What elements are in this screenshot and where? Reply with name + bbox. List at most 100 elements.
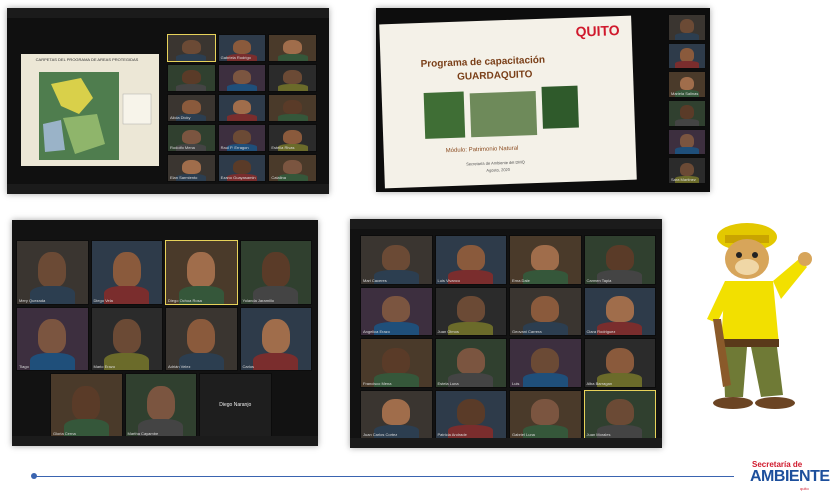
participant-tile[interactable]: Erna Dale [509, 235, 582, 285]
slide-subtitle: GUARDAQUITO [456, 69, 533, 83]
participant-video [181, 99, 201, 114]
participant-body [253, 352, 299, 371]
participant-tile[interactable]: Tiago [16, 306, 89, 372]
participant-grid: Gabriela Rodrigo Alicia Dicky Rodolfo Mena… [167, 34, 319, 184]
participant-video [382, 296, 411, 323]
gallery-grid: Mery Quezada Diego Vela Diego Ochoa Rosa Yo… [16, 240, 314, 440]
participant-video [679, 134, 695, 148]
zoom-screenshot-map: CARPETAS DEL PROGRAMA DE AREAS PROTEGIDA… [7, 8, 329, 194]
presentation-slide: QUITO Programa de capacitación GUARDAQUI… [379, 15, 637, 189]
participant-name: Luis Vivanco [437, 277, 461, 283]
participant-tile[interactable] [668, 128, 706, 156]
participant-name: Mario Erazo [93, 364, 116, 370]
participant-tile[interactable] [668, 14, 706, 41]
participant-video [181, 159, 201, 174]
participant-name: Adrián Velez [168, 364, 191, 370]
participant-tile[interactable]: Estela Luna [434, 338, 507, 388]
participant-tile[interactable]: Francisco Mena [360, 338, 433, 388]
participant-body [29, 352, 75, 371]
zoom-top-bar [7, 8, 329, 18]
participant-tile[interactable]: Alba Barragan [583, 338, 656, 388]
quito-logo: QUITO [575, 22, 620, 40]
participant-video [382, 399, 411, 426]
participant-tile[interactable] [668, 100, 706, 127]
participant-name: Gabriela Rodrigo [220, 55, 251, 60]
participant-video [679, 105, 695, 119]
participant-video [232, 69, 252, 84]
logo-quito: quito [800, 486, 809, 491]
participant-tile[interactable]: Geovani Carrera [509, 286, 582, 336]
participant-tile[interactable]: Rodolfo Mena [167, 124, 216, 152]
participant-tile[interactable] [268, 94, 317, 122]
participant-tile[interactable]: Yolanda Jaramillo [239, 240, 312, 305]
participant-tile[interactable]: Carmen Tapia [583, 235, 656, 285]
participant-tile[interactable] [167, 64, 216, 92]
participant-tile[interactable]: Luis Vivanco [434, 235, 507, 285]
participant-video [72, 385, 101, 421]
participant-tile[interactable] [268, 64, 317, 92]
participant-tile[interactable]: Angelica Erazo [360, 286, 433, 336]
participant-tile[interactable]: Adrián Velez [165, 306, 238, 372]
participant-tile[interactable]: Catalina [268, 154, 317, 182]
participant-tile[interactable]: Gloria Cerna [50, 373, 123, 438]
participant-tile[interactable] [217, 64, 267, 92]
participant-name: Mery Quezada [19, 297, 46, 303]
participant-video [181, 129, 201, 144]
participant-name: Juan Olmos [437, 329, 459, 334]
participant-tile[interactable]: Juan Carlos Cortez [360, 389, 433, 439]
participant-name: Erna Dale [512, 277, 530, 283]
participant-video [679, 48, 695, 62]
participant-tile[interactable]: Gabriel Luna [509, 389, 582, 439]
participant-tile[interactable]: Carlos [239, 306, 312, 372]
participant-video [261, 318, 290, 354]
participant-tile[interactable]: Elan Sarmiento [167, 154, 216, 182]
participant-tile[interactable] [268, 34, 317, 62]
participant-tile[interactable]: Raul P. Erragon [217, 124, 267, 152]
participant-video [382, 347, 411, 374]
zoom-bottom-toolbar [12, 436, 318, 446]
participant-name: Carmen Tapia [586, 277, 612, 283]
participant-video [232, 129, 252, 144]
zoom-screenshot-slide: QUITO Programa de capacitación GUARDAQUI… [376, 8, 710, 192]
participant-tile[interactable]: Ezano Guayasamin [217, 154, 267, 182]
participant-video [283, 129, 302, 144]
participant-tile[interactable]: Diego Ochoa Rosa [165, 240, 238, 305]
participant-tile[interactable]: Clara Rodriguez [583, 286, 656, 336]
participant-video [232, 39, 252, 54]
participant-video [187, 252, 216, 287]
participant-tile[interactable]: Luis [509, 338, 582, 388]
participant-tile-camera-off[interactable]: Diego Naranjo [199, 373, 272, 438]
participant-name: Diego Vela [93, 297, 113, 303]
participant-name: Angelica Erazo [363, 329, 390, 334]
participant-tile[interactable]: Juan Olmos [434, 286, 507, 336]
slide-photo-1 [423, 91, 466, 139]
participant-tile[interactable]: Sara Martinez [668, 157, 706, 184]
participant-body [176, 53, 207, 61]
participant-name: Raul P. Erragon [220, 145, 249, 150]
participant-tile[interactable]: Mario Erazo [90, 306, 163, 372]
participant-tile[interactable]: Patricia Andrade [434, 389, 507, 439]
participant-tile[interactable]: Gabriela Rodrigo [217, 34, 267, 62]
participant-tile[interactable]: Alicia Dicky [167, 94, 216, 122]
participant-tile[interactable] [167, 34, 216, 62]
participant-tile[interactable]: Mari Caceres [360, 235, 433, 285]
participant-tile[interactable]: Juan Morales [583, 389, 656, 439]
participant-tile[interactable]: Mariela Salinas [668, 71, 706, 98]
participant-video [181, 69, 201, 84]
participant-video [283, 159, 302, 174]
participant-video [283, 69, 302, 84]
participant-name: Carlos [242, 364, 255, 370]
participant-body [227, 113, 257, 121]
participant-tile[interactable]: Estella Rivas [268, 124, 317, 152]
participant-tile[interactable]: Diego Vela [90, 240, 163, 305]
participant-body [675, 147, 699, 155]
footer-line [34, 476, 734, 477]
participant-video [187, 318, 216, 354]
participant-tile[interactable] [668, 42, 706, 70]
participant-video [679, 76, 695, 91]
participant-tile[interactable]: Mery Quezada [16, 240, 89, 305]
participant-tile[interactable]: Martha Cayambe [124, 373, 197, 438]
participant-name: Estella Rivas [271, 145, 295, 150]
participant-tile[interactable] [217, 94, 267, 122]
participant-name: Clara Rodriguez [586, 329, 616, 334]
